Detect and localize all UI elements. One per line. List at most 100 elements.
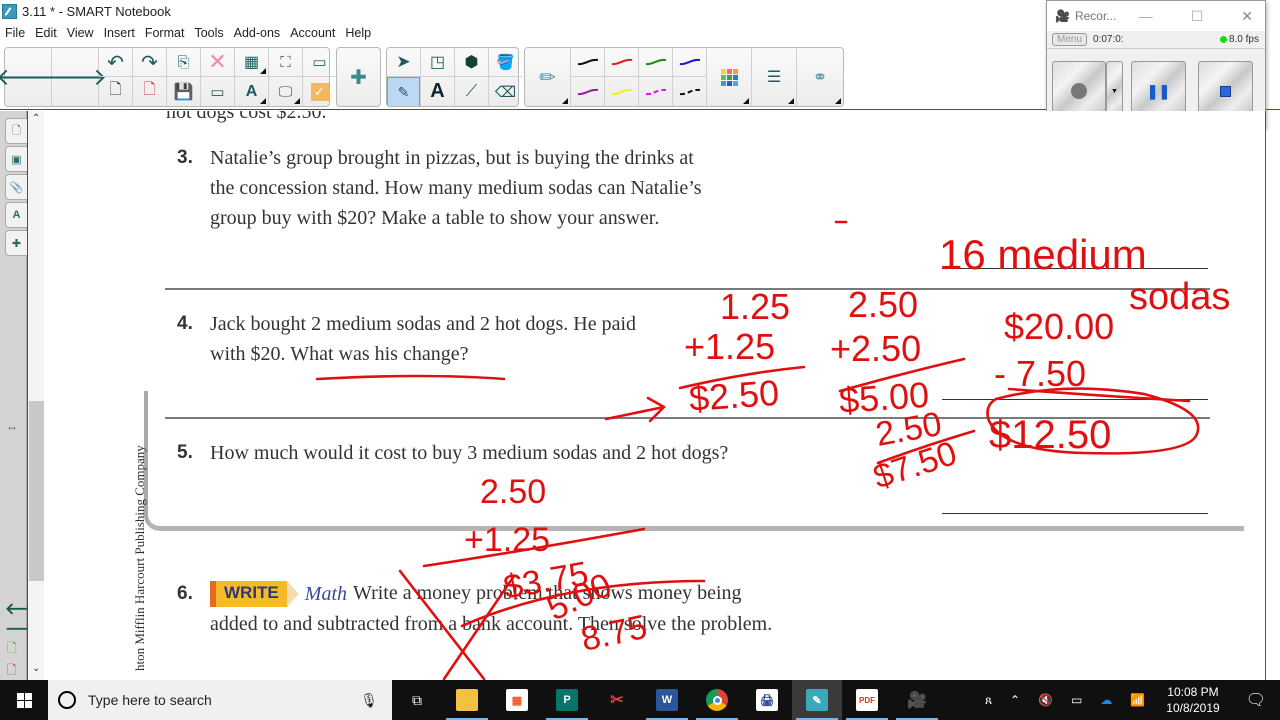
- gallery-tab[interactable]: ▣: [5, 146, 27, 172]
- sidebar-add-page-button[interactable]: 🗋: [7, 639, 17, 660]
- lines-tool-button[interactable]: ⟋: [455, 77, 488, 106]
- acrobat-button[interactable]: PDF: [842, 680, 892, 720]
- measurement-tools-button[interactable]: A: [235, 77, 268, 106]
- pen-stroke-swatch-icon: [611, 58, 632, 66]
- people-icon[interactable]: ጸ: [976, 693, 1001, 708]
- maximize-button[interactable]: ☐: [1191, 8, 1204, 25]
- clock[interactable]: 10:08 PM 10/8/2019: [1154, 684, 1231, 716]
- ink-stroke: [838, 357, 966, 393]
- show-hidden-icons-icon[interactable]: ⌃: [1001, 693, 1029, 707]
- task-view-button[interactable]: ⧉: [392, 680, 442, 720]
- menu-edit[interactable]: Edit: [30, 26, 62, 40]
- eraser-tool-button[interactable]: ⌫: [489, 77, 522, 106]
- delete-page-button[interactable]: 🗋: [133, 77, 166, 106]
- snipping-tool-button[interactable]: ✂: [592, 680, 642, 720]
- menu-file[interactable]: File: [0, 26, 30, 40]
- smart-notebook-button[interactable]: ✎: [792, 680, 842, 720]
- notebook-page[interactable]: hot dogs cost $2.50. hton Mifflin Harcou…: [44, 111, 1266, 680]
- pen-color-button[interactable]: [639, 77, 672, 106]
- recorder-window: 🎥 Recor... — ☐ ✕ Menu 0:07:0: 8.0 fps ▼ ❚❚: [1046, 0, 1266, 128]
- menu-add-ons[interactable]: Add-ons: [229, 26, 286, 40]
- shapes-tool-button[interactable]: ◳: [421, 48, 454, 78]
- text-tool-button[interactable]: A: [421, 77, 454, 106]
- search-box[interactable]: Type here to search 🎙: [48, 680, 392, 720]
- minimize-button[interactable]: —: [1139, 8, 1153, 25]
- redo-button[interactable]: ↷: [133, 48, 166, 78]
- screen-shade-button[interactable]: ▭: [201, 77, 234, 106]
- add-page-icon: 🗋: [109, 81, 122, 98]
- menu-view[interactable]: View: [62, 26, 99, 40]
- save-button[interactable]: 💾: [167, 77, 200, 106]
- scroll-down-icon[interactable]: ⌄: [32, 663, 40, 674]
- fps-readout: 8.0 fps: [1228, 34, 1259, 45]
- addons-tab[interactable]: ✚: [5, 230, 27, 256]
- addons-button[interactable]: ✚: [337, 48, 380, 106]
- dropdown-arrow-icon: ▼: [1111, 87, 1118, 95]
- onedrive-icon[interactable]: ☁: [1091, 693, 1121, 707]
- clock-date: 10/8/2019: [1166, 701, 1220, 715]
- attachments-icon: 📎: [9, 181, 24, 194]
- clear-page-button[interactable]: ⎘: [167, 48, 200, 78]
- store-button[interactable]: ▦: [492, 680, 542, 720]
- pen-color-button[interactable]: [571, 48, 604, 78]
- start-button[interactable]: [0, 680, 48, 720]
- pen-color-button[interactable]: [639, 48, 672, 78]
- pen-color-button[interactable]: [571, 77, 604, 106]
- menu-help[interactable]: Help: [340, 26, 376, 40]
- vertical-scrollbar[interactable]: ⌃ ⌄: [27, 111, 44, 680]
- recorder-menu-button[interactable]: Menu: [1052, 33, 1088, 46]
- addon-puzzle-icon: ✚: [350, 66, 367, 89]
- action-center-icon[interactable]: 🗨: [1232, 690, 1280, 710]
- smart-notebook-app-icon: [2, 3, 17, 19]
- menu-tools[interactable]: Tools: [189, 26, 228, 40]
- scroll-up-icon[interactable]: ⌃: [32, 113, 40, 124]
- sidebar-delete-page-button[interactable]: 🗋: [7, 661, 17, 682]
- forward-button[interactable]: 🡒: [43, 48, 107, 106]
- battery-icon[interactable]: ▭: [1062, 693, 1091, 707]
- measurement-tools-icon: A: [245, 82, 258, 100]
- screen-capture-button[interactable]: 🖵: [269, 77, 302, 106]
- undo-button[interactable]: ↶: [99, 48, 132, 78]
- menu-account[interactable]: Account: [285, 26, 340, 40]
- pen-color-button[interactable]: [673, 48, 706, 78]
- system-tray: ጸ ⌃ 🔇 ▭ ☁ 📶 10:08 PM 10/8/2019 🗨: [976, 680, 1280, 720]
- resize-handle[interactable]: ↔: [6, 419, 18, 433]
- menu-insert[interactable]: Insert: [99, 26, 140, 40]
- pen-type-button[interactable]: ✏: [525, 48, 571, 106]
- properties-tab[interactable]: A: [5, 202, 27, 228]
- recorder-taskbar-button[interactable]: 🎥: [892, 680, 942, 720]
- delete-button[interactable]: ✕: [201, 48, 234, 78]
- text-line: the concession stand. How many medium so…: [210, 177, 702, 199]
- fill-tool-button[interactable]: 🪣: [489, 48, 522, 78]
- add-page-button[interactable]: 🗋: [99, 77, 132, 106]
- record-video-button[interactable]: ▭: [303, 48, 336, 78]
- menu-format[interactable]: Format: [140, 26, 190, 40]
- attachments-tab[interactable]: 📎: [5, 174, 27, 200]
- line-style-button[interactable]: ☰: [752, 48, 798, 106]
- pen-properties-group: ✏ ☰ ⚭: [524, 47, 844, 107]
- full-screen-button[interactable]: ⛶: [269, 48, 302, 78]
- volume-muted-icon[interactable]: 🔇: [1029, 693, 1062, 707]
- response-button[interactable]: ✓: [303, 77, 336, 106]
- close-button[interactable]: ✕: [1241, 8, 1253, 25]
- wifi-icon[interactable]: 📶: [1121, 693, 1154, 707]
- file-explorer-button[interactable]: [442, 680, 492, 720]
- color-palette-button[interactable]: [707, 48, 753, 106]
- page-sorter-tab[interactable]: 🗋: [5, 118, 27, 144]
- scanner-button[interactable]: 🖨: [742, 680, 792, 720]
- scrollbar-thumb[interactable]: [29, 401, 44, 581]
- chrome-button[interactable]: [692, 680, 742, 720]
- pens-tool-button[interactable]: ✎: [387, 77, 420, 106]
- microphone-icon[interactable]: 🎙: [360, 692, 378, 709]
- polygons-tool-button[interactable]: ⬢: [455, 48, 488, 78]
- select-tool-button[interactable]: ➤: [387, 48, 420, 77]
- table-button[interactable]: ▦: [235, 48, 268, 78]
- section-divider: [165, 417, 1210, 419]
- pen-color-button[interactable]: [605, 77, 638, 106]
- word-button[interactable]: W: [642, 680, 692, 720]
- publisher-button[interactable]: P: [542, 680, 592, 720]
- pen-color-button[interactable]: [673, 77, 706, 106]
- recorder-icon: 🎥: [907, 692, 927, 709]
- pen-color-button[interactable]: [605, 48, 638, 78]
- fill-effects-button[interactable]: ⚭: [797, 48, 843, 106]
